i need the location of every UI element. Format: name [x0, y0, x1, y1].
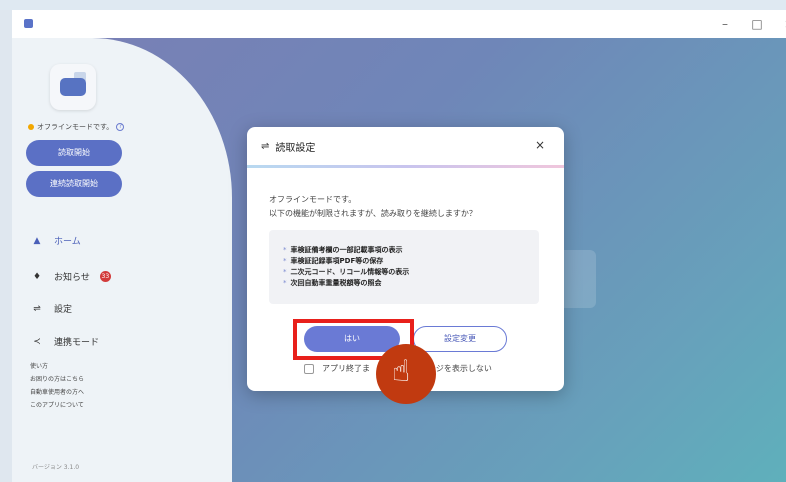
maximize-button[interactable]: □: [744, 14, 770, 34]
nav-item-label: お知らせ: [54, 273, 90, 283]
dialog-title: ⇌ 読取設定: [261, 139, 315, 154]
help-icon[interactable]: ?: [116, 123, 125, 131]
nav-item-home[interactable]: ▲ ホーム: [30, 234, 81, 248]
settings-sliders-icon: ⇌: [33, 303, 41, 314]
nav-item-settings[interactable]: ⇌ 設定: [30, 302, 73, 316]
dialog-header: ⇌ 読取設定 ×: [247, 127, 564, 165]
checkbox-label-left: アプリ終了ま: [322, 364, 370, 373]
bell-icon: ♦: [32, 271, 42, 282]
car-icon: [60, 78, 86, 96]
list-item: * 次回自動車重量税額等の照会: [283, 279, 382, 287]
read-start-button[interactable]: 読取開始: [26, 140, 122, 166]
dialog-message-line1: オフラインモードです。: [269, 195, 357, 204]
link-help[interactable]: お困りの方はこちら: [30, 374, 84, 383]
home-icon: ▲: [33, 235, 41, 246]
pointer-overlay: ☝: [376, 344, 436, 404]
list-item: * 車検証備考欄の一部記載事項の表示: [283, 246, 403, 254]
minimize-button[interactable]: –: [712, 14, 738, 34]
nav-item-linked-mode[interactable]: ≺ 連携モード: [30, 335, 100, 349]
list-item: * 二次元コード、リコール情報等の表示: [283, 268, 410, 276]
nav-item-label: 設定: [54, 305, 73, 315]
nav-item-label: ホーム: [54, 237, 81, 247]
share-icon: ≺: [33, 336, 41, 347]
list-item: * 車検証記録事項PDF等の保存: [283, 257, 384, 265]
dont-show-again-checkbox[interactable]: [304, 363, 314, 374]
link-about-app[interactable]: このアプリについて: [30, 400, 84, 409]
unread-badge: 33: [99, 271, 111, 282]
restriction-list: * 車検証備考欄の一部記載事項の表示 * 車検証記録事項PDF等の保存 * 二次元コー…: [269, 230, 539, 304]
app-version: バージョン 3.1.0: [32, 464, 80, 471]
link-vehicle-users[interactable]: 自動車使用者の方へ: [30, 387, 84, 396]
status-dot-icon: [28, 124, 34, 130]
change-settings-button[interactable]: 設定変更: [413, 326, 507, 352]
hand-pointer-icon: ☝: [392, 354, 411, 389]
link-how-to-use[interactable]: 使い方: [30, 361, 48, 370]
app-icon: [24, 19, 33, 28]
dialog-divider: [247, 165, 564, 168]
dialog-close-button[interactable]: ×: [533, 138, 547, 152]
title-bar: – □ ×: [12, 10, 786, 38]
close-window-button[interactable]: ×: [776, 14, 786, 34]
continuous-read-start-button[interactable]: 連続読取開始: [26, 171, 122, 197]
settings-sliders-icon: ⇌: [261, 141, 270, 152]
checkbox-label-right: ージを表示しない: [428, 364, 492, 373]
offline-status: オフラインモードです。 ?: [28, 122, 125, 132]
dialog-title-text: 読取設定: [275, 143, 316, 154]
offline-status-text: オフラインモードです。: [37, 123, 114, 131]
app-logo: [50, 64, 96, 110]
top-strip: [0, 0, 786, 10]
nav-item-news[interactable]: ♦ お知らせ 33: [30, 270, 111, 283]
nav-item-label: 連携モード: [54, 338, 100, 348]
dialog-message-line2: 以下の機能が制限されますが、読み取りを継続しますか？: [269, 209, 477, 218]
sidebar: オフラインモードです。 ? 読取開始 連続読取開始 ▲ ホーム ♦ お知らせ 3…: [12, 38, 152, 482]
